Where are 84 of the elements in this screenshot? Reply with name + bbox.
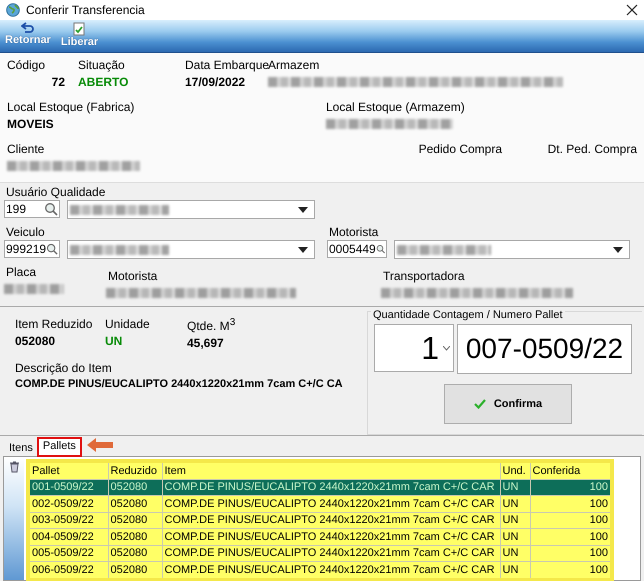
table-cell: COMP.DE PINUS/EUCALIPTO 2440x1220x21mm 7cam C+/C CAR <box>162 512 500 528</box>
table-cell: 052080 <box>108 496 162 512</box>
field-value: UN <box>105 334 124 348</box>
search-icon[interactable] <box>44 202 58 216</box>
search-icon[interactable] <box>376 242 385 256</box>
table-cell: 052080 <box>108 562 162 580</box>
chevron-down-icon[interactable] <box>443 346 450 350</box>
field-label: Transportadora <box>382 269 465 283</box>
confirm-button[interactable]: Confirma <box>444 384 572 424</box>
tab[interactable]: Itens <box>4 440 38 456</box>
table-cell: UN <box>500 479 530 496</box>
field-label: Código <box>7 58 46 72</box>
table-cell: 100 <box>530 479 612 496</box>
field-value: ABERTO <box>78 75 130 89</box>
table-cell: COMP.DE PINUS/EUCALIPTO 2440x1220x21mm 7cam C+/C CAR <box>162 545 500 562</box>
field-label: Qtde. M$^{3}$ <box>187 319 236 333</box>
table-cell: 002-0509/22 <box>28 496 108 512</box>
table-cell: COMP.DE PINUS/EUCALIPTO 2440x1220x21mm 7cam C+/C CAR <box>162 528 500 545</box>
field-label: Situação <box>78 58 125 72</box>
group-title: Quantidade Contagem / Numero Pallet <box>371 309 565 321</box>
table-cell: 052080 <box>108 479 162 496</box>
table-cell: 100 <box>530 545 612 562</box>
search-icon[interactable] <box>46 242 58 256</box>
table-cell: COMP.DE PINUS/EUCALIPTO 2440x1220x21mm 7cam C+/C CAR <box>162 479 500 496</box>
table-cell: 052080 <box>108 512 162 528</box>
dropdown-caret-icon[interactable] <box>298 246 308 252</box>
field-label: Cliente <box>7 142 44 156</box>
arrow-icon <box>86 438 113 452</box>
field-label: Unidade <box>105 317 150 331</box>
table-cell: 003-0509/22 <box>28 512 108 528</box>
column-header[interactable]: Und. <box>500 461 530 479</box>
dropdown-field[interactable] <box>394 240 630 259</box>
trash-icon[interactable] <box>8 461 20 473</box>
field-label: Motorista <box>107 269 158 283</box>
field-label: Dt. Ped. Compra <box>548 142 637 156</box>
field-label: Local Estoque (Armazem) <box>326 100 465 114</box>
field-value: 72 <box>50 75 65 89</box>
table-cell: 052080 <box>108 545 162 562</box>
dropdown-caret-icon[interactable] <box>613 246 623 252</box>
field-label: Data Embarque <box>185 58 270 72</box>
dropdown-field[interactable] <box>67 200 315 219</box>
pallet-number-field[interactable]: 007-0509/22 <box>457 324 632 374</box>
field-value: 45,697 <box>187 336 225 350</box>
table-cell: 004-0509/22 <box>28 528 108 545</box>
check-icon <box>474 399 486 409</box>
field-label: Veiculo <box>5 225 45 239</box>
field-value: 052080 <box>15 334 56 348</box>
code-field[interactable]: 999219 <box>4 240 60 258</box>
field-value: 17/09/2022 <box>185 75 246 89</box>
table-cell: UN <box>500 512 530 528</box>
field-label: Local Estoque (Fabrica) <box>7 100 134 114</box>
window-title: Conferir Transferencia <box>26 3 146 17</box>
field-label: Item Reduzido <box>15 317 92 331</box>
column-header[interactable]: Reduzido <box>108 461 162 479</box>
table-cell: 005-0509/22 <box>28 545 108 562</box>
table-cell: 052080 <box>108 528 162 545</box>
table-cell: 001-0509/22 <box>28 479 108 496</box>
table-cell: UN <box>500 562 530 580</box>
dropdown-caret-icon[interactable] <box>298 206 308 212</box>
field-label: Motorista <box>328 225 378 239</box>
field-value: COMP.DE PINUS/EUCALIPTO 2440x1220x21mm 7cam C+/C CA <box>15 378 343 390</box>
table-cell: COMP.DE PINUS/EUCALIPTO 2440x1220x21mm 7cam C+/C CAR <box>162 562 500 580</box>
code-field[interactable]: 0005449 <box>327 240 387 258</box>
dropdown-field[interactable] <box>67 240 315 259</box>
field-label: Descrição do Item <box>15 361 112 375</box>
checked-document-icon <box>73 22 86 36</box>
code-field[interactable]: 199 <box>4 200 60 218</box>
tab[interactable]: Pallets <box>38 438 81 456</box>
field-label: Pedido Compra <box>418 142 502 156</box>
close-icon[interactable] <box>626 4 638 16</box>
table-cell: 100 <box>530 512 612 528</box>
table-cell: UN <box>500 496 530 512</box>
table-cell: UN <box>500 545 530 562</box>
field-label: Placa <box>5 265 36 279</box>
table-cell: COMP.DE PINUS/EUCALIPTO 2440x1220x21mm 7cam C+/C CAR <box>162 496 500 512</box>
quantity-spinner[interactable]: 1 <box>374 324 454 372</box>
globe-icon <box>6 3 20 17</box>
return-arrow-icon <box>20 22 35 34</box>
field-value: MOVEIS <box>7 117 55 131</box>
field-label: Armazem <box>268 58 320 72</box>
column-header[interactable]: Pallet <box>28 461 108 479</box>
table-cell: UN <box>500 528 530 545</box>
column-header[interactable]: Item <box>162 461 500 479</box>
field-label: Usuário Qualidade <box>5 185 106 199</box>
